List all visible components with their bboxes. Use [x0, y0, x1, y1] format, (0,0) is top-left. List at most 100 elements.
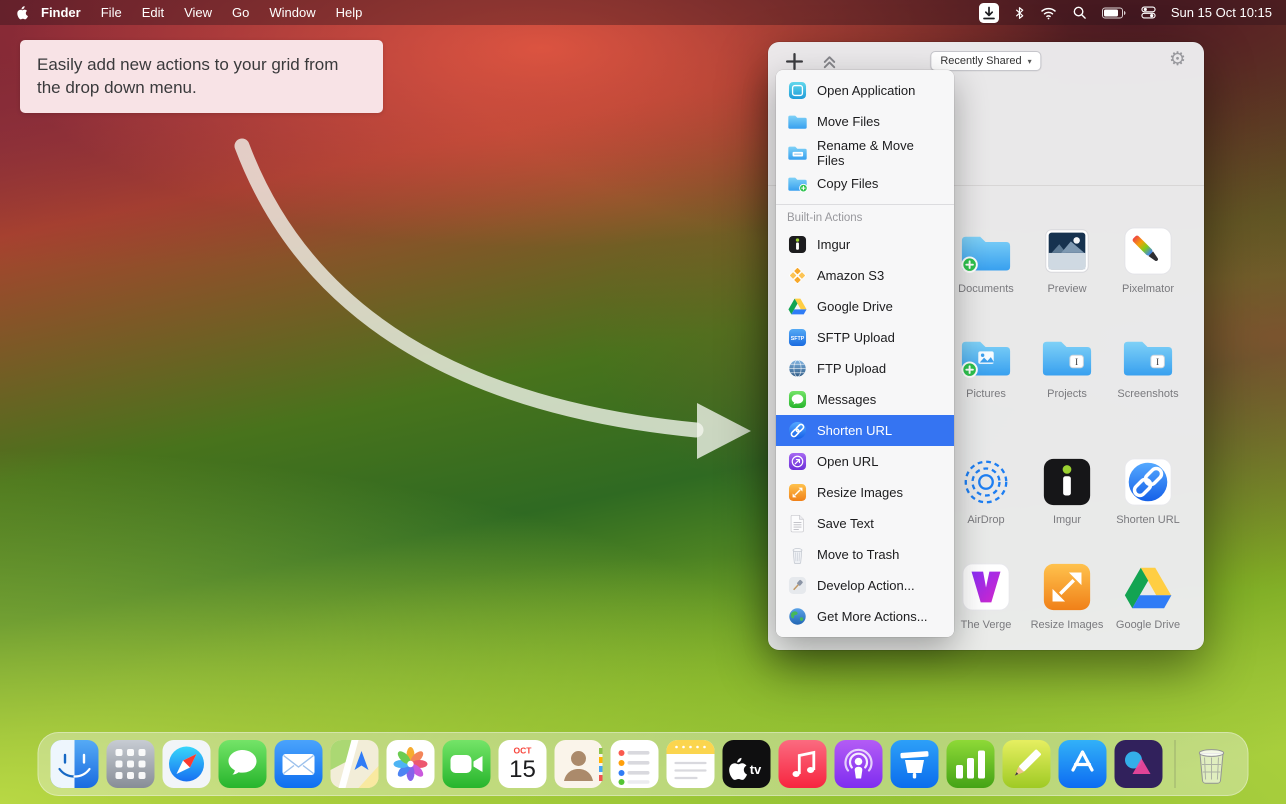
google-drive-icon	[1121, 560, 1175, 614]
menu-item-label: Resize Images	[817, 485, 903, 500]
dock-safari[interactable]	[163, 740, 211, 788]
dock-music[interactable]	[779, 740, 827, 788]
open-url-icon	[787, 451, 808, 472]
dock-photos[interactable]	[387, 740, 435, 788]
recently-shared-dropdown[interactable]: Recently Shared ▾	[930, 51, 1041, 71]
grid-item-preview[interactable]: Preview	[1027, 224, 1107, 295]
menubar-menu-finder[interactable]: Finder	[33, 2, 91, 23]
dock-appletv[interactable]: tv	[723, 740, 771, 788]
menubar-menu-edit[interactable]: Edit	[132, 2, 174, 23]
grid-item-label: The Verge	[961, 619, 1012, 631]
dropzone-menubar-icon[interactable]	[979, 3, 999, 23]
grid-item-airdrop[interactable]: AirDrop	[946, 455, 1026, 526]
menu-item-develop-action[interactable]: Develop Action...	[776, 570, 954, 601]
sftp-upload-icon: SFTP	[787, 327, 808, 348]
grid-item-screenshots[interactable]: IScreenshots	[1108, 329, 1188, 400]
wifi-icon[interactable]	[1040, 6, 1057, 20]
resize-images-tile-icon	[1040, 560, 1094, 614]
dock-mail[interactable]	[275, 740, 323, 788]
menu-item-get-more-actions[interactable]: Get More Actions...	[776, 601, 954, 632]
folder-plus-badge-icon	[959, 224, 1013, 278]
amazon-s3-icon	[787, 265, 808, 286]
folder-i-icon: I	[1040, 329, 1094, 383]
dock-calendar[interactable]: OCT15	[499, 740, 547, 788]
menu-item-ftp-upload[interactable]: FTP Upload	[776, 353, 954, 384]
grid-row: Documents Preview Pixelmator	[946, 224, 1188, 295]
dropzone-popover: Recently Shared ▾ ⚙ Documents Preview Pixe…	[768, 42, 1204, 650]
menubar-menu-file[interactable]: File	[91, 2, 132, 23]
grid-item-label: Imgur	[1053, 514, 1081, 526]
grid-item-pictures[interactable]: Pictures	[946, 329, 1026, 400]
rename-move-files-icon	[787, 142, 808, 163]
menu-item-sftp-upload[interactable]: SFTPSFTP Upload	[776, 322, 954, 353]
dock-launchpad[interactable]	[107, 740, 155, 788]
menu-item-move-to-trash[interactable]: Move to Trash	[776, 539, 954, 570]
menu-item-messages[interactable]: Messages	[776, 384, 954, 415]
menu-item-shorten-url[interactable]: Shorten URL	[776, 415, 954, 446]
menu-item-open-url[interactable]: Open URL	[776, 446, 954, 477]
get-more-actions-icon	[787, 606, 808, 627]
menu-item-label: Develop Action...	[817, 578, 915, 593]
dock-messages[interactable]	[219, 740, 267, 788]
grid-item-label: Resize Images	[1031, 619, 1104, 631]
dock-graphics[interactable]	[1115, 740, 1163, 788]
grid-item-the-verge[interactable]: The Verge	[946, 560, 1026, 631]
dock-chart[interactable]	[947, 740, 995, 788]
reorder-chevrons-icon[interactable]	[820, 52, 839, 71]
dock-facetime[interactable]	[443, 740, 491, 788]
menubar-menu-view[interactable]: View	[174, 2, 222, 23]
bluetooth-icon[interactable]	[1014, 5, 1025, 21]
dock-keynote[interactable]	[891, 740, 939, 788]
google-drive-small-icon	[787, 296, 808, 317]
menu-item-save-text[interactable]: Save Text	[776, 508, 954, 539]
menubar-clock[interactable]: Sun 15 Oct 10:15	[1171, 5, 1272, 20]
menu-item-label: Get More Actions...	[817, 609, 928, 624]
menu-item-resize-images[interactable]: Resize Images	[776, 477, 954, 508]
battery-icon[interactable]	[1102, 7, 1126, 19]
pixelmator-icon	[1121, 224, 1175, 278]
dock-reminders[interactable]	[611, 740, 659, 788]
dock-trash[interactable]	[1188, 740, 1236, 788]
menu-item-open-application[interactable]: Open Application	[776, 75, 954, 106]
dock-pencil[interactable]	[1003, 740, 1051, 788]
menu-item-copy-files[interactable]: Copy Files	[776, 168, 954, 199]
menubar-menu-window[interactable]: Window	[259, 2, 325, 23]
menubar-menu-help[interactable]: Help	[326, 2, 373, 23]
dock-notes[interactable]	[667, 740, 715, 788]
menu-item-rename-move-files[interactable]: Rename & Move Files	[776, 137, 954, 168]
spotlight-icon[interactable]	[1072, 5, 1087, 20]
airdrop-icon	[959, 455, 1013, 509]
dock-contacts[interactable]	[555, 740, 603, 788]
apple-logo-icon[interactable]	[14, 5, 29, 20]
grid-item-label: Documents	[958, 283, 1014, 295]
menu-item-label: FTP Upload	[817, 361, 886, 376]
menu-item-label: Shorten URL	[817, 423, 892, 438]
grid-row: AirDrop Imgur Shorten URL	[946, 455, 1188, 526]
menu-item-google-drive[interactable]: Google Drive	[776, 291, 954, 322]
settings-gear-icon[interactable]: ⚙	[1169, 50, 1186, 69]
menu-item-move-files[interactable]: Move Files	[776, 106, 954, 137]
grid-item-label: Pixelmator	[1122, 283, 1174, 295]
grid-item-imgur[interactable]: Imgur	[1027, 455, 1107, 526]
menubar-menu-go[interactable]: Go	[222, 2, 259, 23]
grid-item-documents[interactable]: Documents	[946, 224, 1026, 295]
menu-item-imgur[interactable]: Imgur	[776, 229, 954, 260]
grid-item-shorten-url[interactable]: Shorten URL	[1108, 455, 1188, 526]
dropdown-label: Recently Shared	[940, 55, 1021, 67]
dock-podcasts[interactable]	[835, 740, 883, 788]
menu-item-label: Move to Trash	[817, 547, 899, 562]
dock-maps[interactable]	[331, 740, 379, 788]
menu-item-amazon-s3[interactable]: Amazon S3	[776, 260, 954, 291]
grid-item-pixelmator[interactable]: Pixelmator	[1108, 224, 1188, 295]
messages-icon	[787, 389, 808, 410]
add-action-plus-button[interactable]	[784, 51, 805, 72]
control-center-icon[interactable]	[1141, 5, 1156, 20]
save-text-icon	[787, 513, 808, 534]
grid-item-projects[interactable]: IProjects	[1027, 329, 1107, 400]
dock-appstore[interactable]	[1059, 740, 1107, 788]
imgur-tile-icon	[1040, 455, 1094, 509]
move-to-trash-icon	[787, 544, 808, 565]
dock-finder[interactable]	[51, 740, 99, 788]
grid-item-resize-images[interactable]: Resize Images	[1027, 560, 1107, 631]
grid-item-google-drive[interactable]: Google Drive	[1108, 560, 1188, 631]
